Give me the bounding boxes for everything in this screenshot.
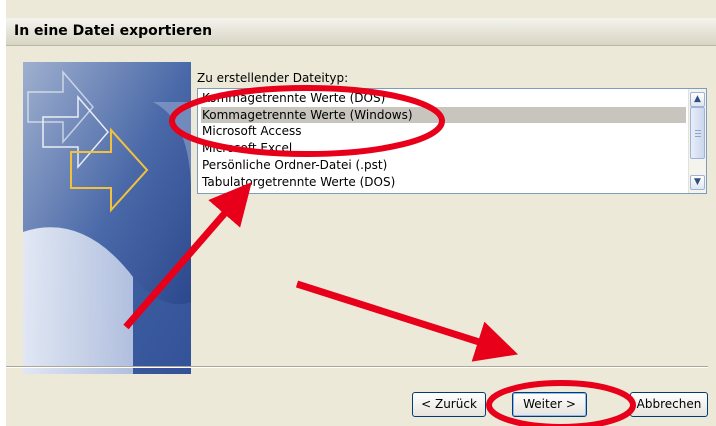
scroll-thumb[interactable] bbox=[690, 107, 705, 159]
file-type-item[interactable]: Microsoft Access bbox=[201, 123, 686, 139]
chevron-down-icon: ▼ bbox=[694, 177, 701, 187]
next-button[interactable]: Weiter > bbox=[512, 392, 587, 417]
listbox-scrollbar[interactable]: ▲ ▼ bbox=[688, 89, 706, 193]
file-type-item[interactable]: Microsoft Excel bbox=[201, 140, 686, 156]
dialog-title: In eine Datei exportieren bbox=[14, 23, 213, 39]
file-type-item[interactable]: Kommagetrennte Werte (DOS) bbox=[201, 90, 686, 106]
file-type-item[interactable]: Persönliche Ordner-Datei (.pst) bbox=[201, 157, 686, 173]
file-type-item-selected[interactable]: Kommagetrennte Werte (Windows) bbox=[201, 107, 686, 123]
file-type-item[interactable]: Tabulatorgetrennte Werte (DOS) bbox=[201, 174, 686, 190]
footer-separator bbox=[6, 366, 708, 368]
file-type-listbox[interactable]: Kommagetrennte Werte (DOS) Kommagetrennt… bbox=[197, 88, 707, 194]
wizard-arrow-graphic bbox=[23, 62, 191, 374]
wizard-illustration bbox=[23, 62, 191, 374]
back-button[interactable]: < Zurück bbox=[412, 392, 486, 417]
scroll-up-button[interactable]: ▲ bbox=[690, 92, 705, 107]
cancel-button[interactable]: Abbrechen bbox=[630, 392, 708, 417]
scroll-down-button[interactable]: ▼ bbox=[690, 175, 705, 190]
chevron-up-icon: ▲ bbox=[694, 94, 701, 104]
file-type-label: Zu erstellender Dateityp: bbox=[197, 71, 349, 85]
dialog-title-bar: In eine Datei exportieren bbox=[6, 18, 716, 46]
